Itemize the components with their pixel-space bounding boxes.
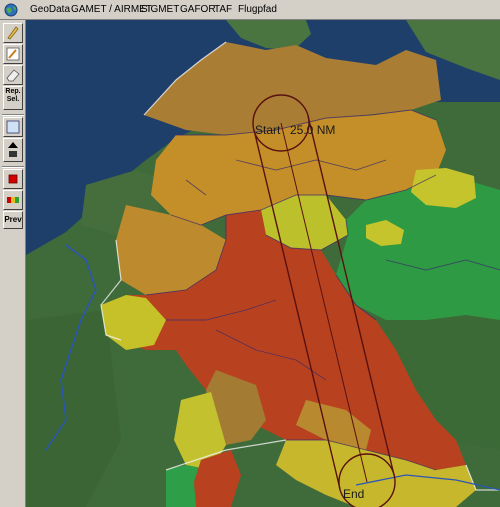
prev-button[interactable]: Prev [3,211,23,229]
arrow-up-button[interactable] [3,138,23,162]
menu-gamet-airmet[interactable]: GAMET / AIRMET [71,4,152,15]
color-scale-icon [7,197,19,203]
color-scale-button[interactable] [3,190,23,210]
gafor-map[interactable]: Start 25.0 NM End [26,20,500,507]
eraser-icon [6,69,20,82]
red-color-button[interactable] [3,169,23,189]
rep-sel-label: Rep. Sel. [5,88,21,103]
toolbar-divider [2,114,24,116]
menu-gafor[interactable]: GAFOR [180,4,216,15]
tool-palette: Rep. Sel. Prev [0,20,26,507]
pen-tool-button[interactable] [3,23,23,43]
menu-sigmet[interactable]: SIGMET [141,4,179,15]
radius-label: 25.0 NM [290,123,335,137]
toolbar-divider-2 [2,166,24,168]
pencil-icon [6,47,20,61]
eraser-tool-button[interactable] [3,65,23,85]
prev-label: Prev [4,215,22,224]
red-square-icon [8,174,18,184]
triangle-up-icon [8,142,18,157]
end-label: End [343,487,364,501]
frame-tool-button[interactable] [3,117,23,137]
menu-geodata[interactable]: GeoData [30,4,70,15]
menu-bar: GeoData GAMET / AIRMET SIGMET GAFOR TAF … [0,0,500,20]
rep-sel-button[interactable]: Rep. Sel. [3,86,23,110]
start-label: Start [255,123,281,137]
globe-icon[interactable] [3,2,19,18]
frame-icon [6,120,20,134]
menu-taf[interactable]: TAF [214,4,232,15]
map-view[interactable]: Start 25.0 NM End [26,20,500,507]
menu-flugpfad[interactable]: Flugpfad [238,4,277,15]
edit-tool-button[interactable] [3,44,23,64]
pen-icon [7,26,19,40]
